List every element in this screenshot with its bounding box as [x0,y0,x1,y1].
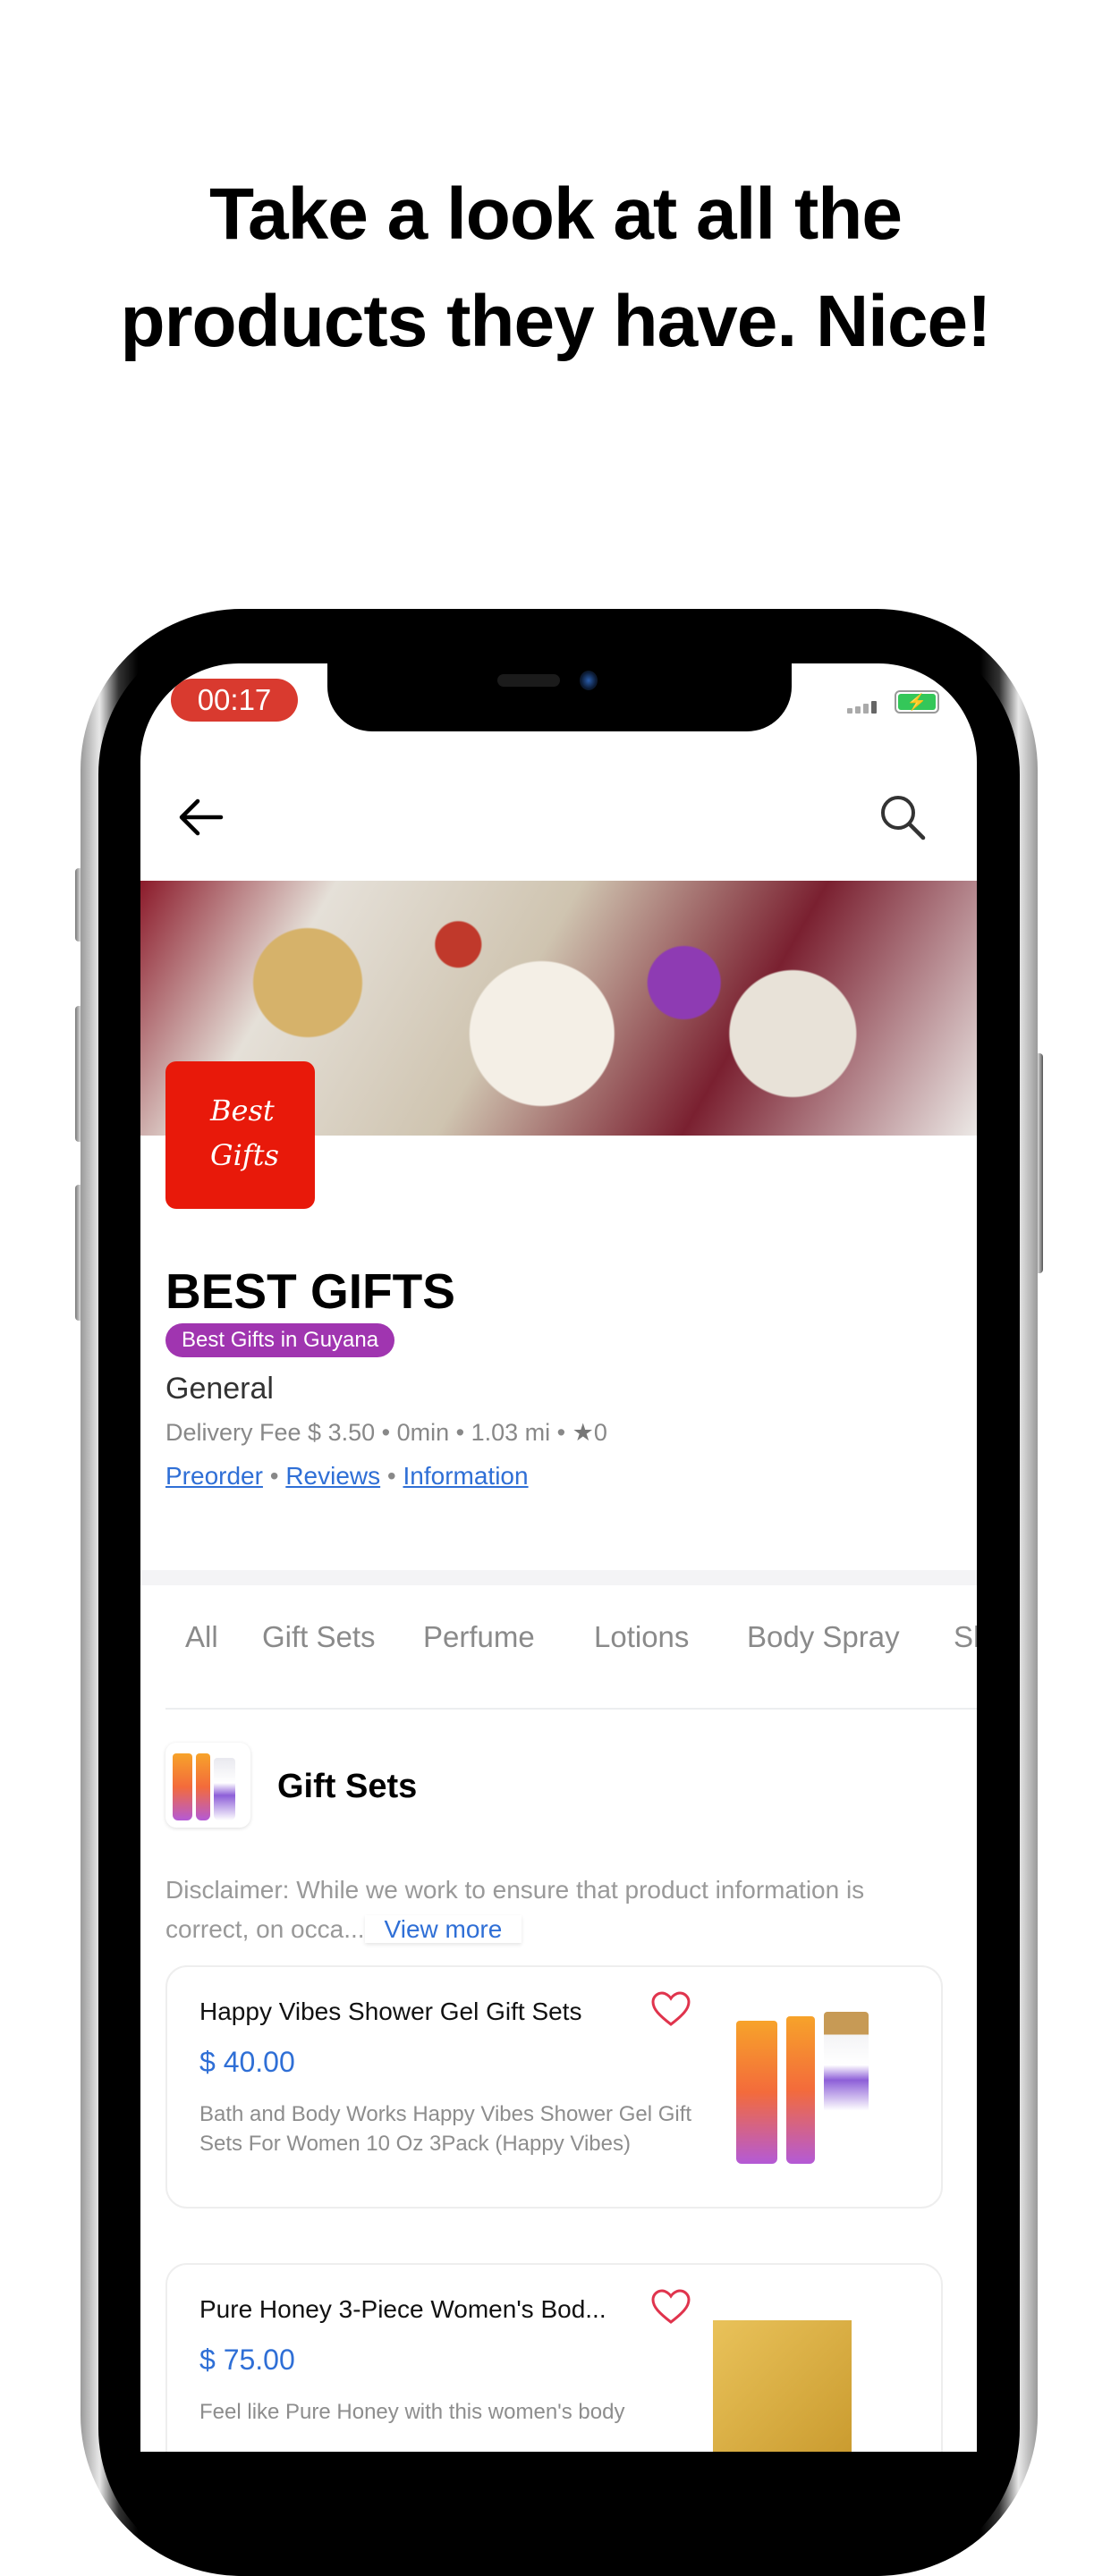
store-category: General [165,1372,274,1406]
preorder-link[interactable]: Preorder [165,1462,263,1490]
app-screen: 00:17 ⚡ Best Gifts BEST GIFTS Best Gifts … [140,663,977,2452]
camera-icon [580,671,598,690]
battery-charging-icon: ⚡ [895,690,939,714]
view-more-button[interactable]: View more [364,1915,522,1943]
store-logo: Best Gifts [165,1061,315,1209]
headline: Take a look at all the products they hav… [0,161,1111,376]
heart-icon[interactable] [650,2288,691,2326]
heart-icon[interactable] [650,1990,691,2028]
product-price: $ 75.00 [199,2344,295,2376]
headline-line-2: products they have. Nice! [120,281,992,362]
section-separator [140,1570,977,1585]
store-links: Preorder • Reviews • Information [165,1462,529,1490]
search-icon[interactable] [878,793,929,843]
notch [327,663,792,731]
product-card[interactable]: Pure Honey 3-Piece Women's Bod... $ 75.0… [165,2263,943,2452]
rating: 0 [593,1419,607,1446]
tab-gift-sets[interactable]: Gift Sets [262,1620,376,1654]
tab-all[interactable]: All [185,1620,218,1654]
tab-perfume[interactable]: Perfume [423,1620,535,1654]
information-link[interactable]: Information [403,1462,529,1490]
star-icon: ★ [572,1419,594,1446]
store-badge: Best Gifts in Guyana [165,1323,395,1357]
recording-timer: 00:17 [171,679,298,722]
section-title: Gift Sets [277,1768,418,1805]
delivery-time: 0min [396,1419,450,1446]
tabs-divider [165,1708,977,1710]
tab-lotions[interactable]: Lotions [594,1620,689,1654]
back-arrow-icon[interactable] [176,798,225,837]
signal-icon [847,701,877,714]
product-image [713,2320,892,2452]
product-image [713,1994,892,2164]
product-price: $ 40.00 [199,2046,295,2078]
tab-more[interactable]: Sh [954,1620,977,1654]
gift-sets-section-image [165,1743,250,1828]
headline-line-1: Take a look at all the [209,173,903,255]
product-name: Happy Vibes Shower Gel Gift Sets [199,1997,582,2025]
disclaimer: Disclaimer: While we work to ensure that… [165,1876,865,1943]
delivery-fee: Delivery Fee $ 3.50 [165,1419,376,1446]
distance: 1.03 mi [471,1419,551,1446]
product-description: Bath and Body Works Happy Vibes Shower G… [199,2102,692,2156]
tab-body-spray[interactable]: Body Spray [747,1620,900,1654]
store-name: BEST GIFTS [165,1263,455,1319]
store-meta: Delivery Fee $ 3.50 • 0min • 1.03 mi • ★… [165,1419,607,1446]
product-description: Feel like Pure Honey with this women's b… [199,2400,625,2424]
product-card[interactable]: Happy Vibes Shower Gel Gift Sets $ 40.00… [165,1965,943,2209]
reviews-link[interactable]: Reviews [285,1462,380,1490]
product-name: Pure Honey 3-Piece Women's Bod... [199,2295,606,2323]
